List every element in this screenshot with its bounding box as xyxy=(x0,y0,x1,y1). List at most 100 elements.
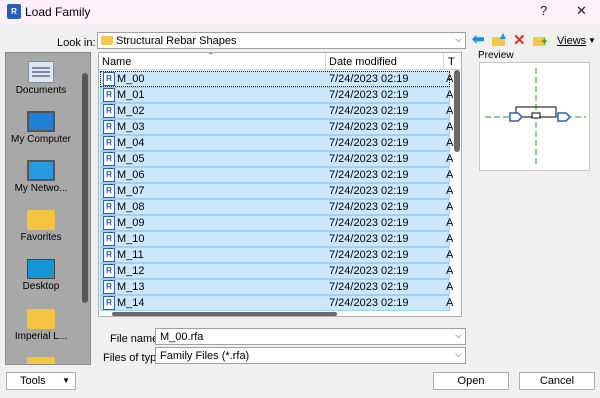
open-button[interactable]: Open xyxy=(433,372,509,390)
type-cell: A xyxy=(446,169,454,181)
date-modified-cell: 7/24/2023 02:19 xyxy=(329,153,409,165)
rebar-shape-preview xyxy=(485,68,586,167)
date-modified-cell: 7/24/2023 02:19 xyxy=(329,249,409,261)
type-cell: A xyxy=(446,73,454,85)
date-modified-cell: 7/24/2023 02:19 xyxy=(329,89,409,101)
dropdown-arrow-icon: ▼ xyxy=(62,376,70,385)
revit-family-file-icon: R xyxy=(103,136,115,150)
tools-button-label: Tools xyxy=(20,375,46,387)
file-name-cell: M_08 xyxy=(117,201,145,213)
table-row[interactable]: R M_09 7/24/2023 02:19 A xyxy=(100,215,454,231)
place-my-network[interactable]: My Netwo... xyxy=(6,160,76,194)
file-name-field[interactable]: M_00.rfa ⌵ xyxy=(155,328,466,345)
file-name-cell: M_09 xyxy=(117,217,145,229)
place-documents[interactable]: Documents xyxy=(6,61,76,96)
list-header: ⌃ Name Date modified T xyxy=(99,53,461,70)
list-vertical-scrollbar[interactable] xyxy=(454,70,460,152)
title-bar: R Load Family ? ✕ xyxy=(0,0,600,24)
desktop-icon xyxy=(27,259,55,279)
revit-family-file-icon: R xyxy=(103,200,115,214)
chevron-down-icon: ⌵ xyxy=(455,34,462,44)
views-button[interactable]: Views xyxy=(557,35,586,47)
place-my-computer[interactable]: My Computer xyxy=(6,111,76,145)
close-button[interactable]: ✕ xyxy=(576,3,587,19)
file-name-value: M_00.rfa xyxy=(160,331,204,343)
back-arrow-icon[interactable]: ⬅ xyxy=(472,32,487,47)
computer-icon xyxy=(27,111,55,132)
place-imperial-library[interactable]: Imperial L... xyxy=(6,309,76,342)
place-favorites[interactable]: Favorites xyxy=(6,210,76,243)
cancel-button[interactable]: Cancel xyxy=(519,372,595,390)
place-label: My Computer xyxy=(10,134,71,145)
table-row[interactable]: R M_06 7/24/2023 02:19 A xyxy=(100,167,454,183)
preview-label: Preview xyxy=(478,50,514,61)
table-row[interactable]: R M_01 7/24/2023 02:19 A xyxy=(100,87,453,103)
column-header-type[interactable]: T xyxy=(448,56,455,68)
look-in-label: Look in: xyxy=(57,37,96,49)
date-modified-cell: 7/24/2023 02:19 xyxy=(329,297,409,309)
type-cell: A xyxy=(446,249,454,261)
table-row[interactable]: R M_14 7/24/2023 02:19 A xyxy=(100,295,454,311)
place-label: Favorites xyxy=(20,232,62,243)
delete-icon[interactable]: ✕ xyxy=(513,33,528,48)
file-name-cell: M_11 xyxy=(117,249,144,261)
revit-family-file-icon: R xyxy=(103,104,115,118)
table-row[interactable]: R M_10 7/24/2023 02:19 A xyxy=(100,231,453,247)
folder-icon xyxy=(27,357,55,364)
place-desktop[interactable]: Desktop xyxy=(6,259,76,292)
file-name-cell: M_03 xyxy=(117,121,145,133)
look-in-dropdown[interactable]: Structural Rebar Shapes ⌵ xyxy=(97,32,466,49)
date-modified-cell: 7/24/2023 02:19 xyxy=(329,105,409,117)
table-row[interactable]: R M_07 7/24/2023 02:19 A xyxy=(100,183,454,199)
place-label: Documents xyxy=(15,85,67,96)
tools-button[interactable]: Tools ▼ xyxy=(6,372,76,390)
list-horizontal-scrollbar[interactable] xyxy=(112,312,337,316)
new-folder-icon[interactable]: + xyxy=(533,34,548,48)
views-dropdown-icon[interactable]: ▼ xyxy=(588,36,596,45)
revit-family-file-icon: R xyxy=(103,264,115,278)
table-row[interactable]: R M_03 7/24/2023 02:19 A xyxy=(100,119,453,135)
column-divider[interactable] xyxy=(443,53,444,70)
date-modified-cell: 7/24/2023 02:19 xyxy=(329,201,409,213)
network-icon xyxy=(27,160,55,181)
place-next[interactable] xyxy=(6,357,76,364)
places-scrollbar[interactable] xyxy=(82,73,88,303)
file-name-cell: M_07 xyxy=(117,185,145,197)
revit-family-file-icon: R xyxy=(103,232,115,246)
type-cell: A xyxy=(446,137,454,149)
column-header-date[interactable]: Date modified xyxy=(329,56,397,68)
column-divider[interactable] xyxy=(325,53,326,70)
type-cell: A xyxy=(446,105,454,117)
table-row[interactable]: R M_00 7/24/2023 02:19 A xyxy=(100,71,454,87)
column-header-name[interactable]: Name xyxy=(102,56,131,68)
folder-icon xyxy=(101,36,113,45)
table-row[interactable]: R M_04 7/24/2023 02:19 A xyxy=(100,135,454,151)
type-cell: A xyxy=(446,217,454,229)
file-name-cell: M_00 xyxy=(117,73,145,85)
type-cell: A xyxy=(446,201,454,213)
table-row[interactable]: R M_08 7/24/2023 02:19 A xyxy=(100,199,454,215)
table-row[interactable]: R M_12 7/24/2023 02:19 A xyxy=(100,263,453,279)
date-modified-cell: 7/24/2023 02:19 xyxy=(329,121,409,133)
revit-family-file-icon: R xyxy=(103,216,115,230)
table-row[interactable]: R M_02 7/24/2023 02:19 A xyxy=(100,103,454,119)
chevron-down-icon[interactable]: ⌵ xyxy=(455,330,462,341)
type-cell: A xyxy=(446,297,454,309)
table-row[interactable]: R M_05 7/24/2023 02:19 A xyxy=(100,151,453,167)
revit-family-file-icon: R xyxy=(103,184,115,198)
table-row[interactable]: R M_11 7/24/2023 02:19 A xyxy=(100,247,454,263)
file-name-label: File name: xyxy=(110,333,162,345)
folder-icon xyxy=(27,309,55,329)
file-list[interactable]: ⌃ Name Date modified T R M_00 7/24/2023 02… xyxy=(98,52,462,317)
file-name-cell: M_13 xyxy=(117,281,145,293)
file-type-dropdown[interactable]: Family Files (*.rfa) ⌵ xyxy=(155,347,466,364)
date-modified-cell: 7/24/2023 02:19 xyxy=(329,217,409,229)
documents-icon xyxy=(28,61,54,83)
up-folder-icon[interactable]: ▲ xyxy=(492,31,508,47)
help-button[interactable]: ? xyxy=(540,3,547,18)
table-row[interactable]: R M_13 7/24/2023 02:19 A xyxy=(100,279,453,295)
place-label: Imperial L... xyxy=(14,331,68,342)
date-modified-cell: 7/24/2023 02:19 xyxy=(329,137,409,149)
file-name-cell: M_14 xyxy=(117,297,145,309)
type-cell: A xyxy=(446,185,454,197)
